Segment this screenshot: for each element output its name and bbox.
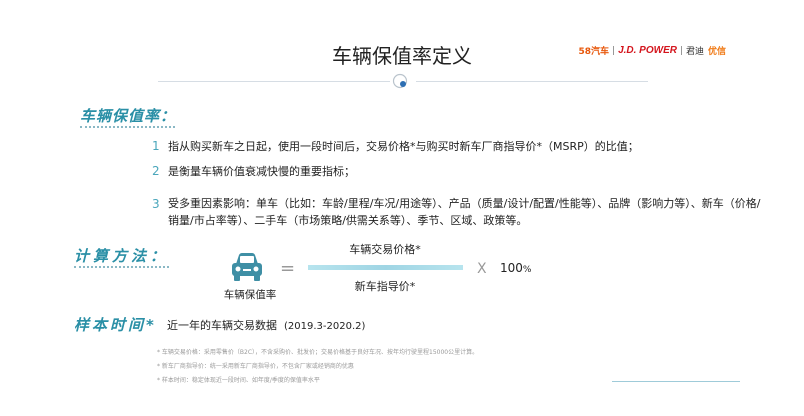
definition-item: 是衡量车辆价值衰减快慢的重要指标； xyxy=(168,165,355,178)
definition-item: 指从购买新车之日起，使用一段时间后，交易价格*与购买时新车厂商指导价*（MSRP… xyxy=(168,140,639,153)
hundred-value: 100 xyxy=(500,261,523,275)
title-divider-left xyxy=(158,81,390,82)
formula-denominator: 新车指导价* xyxy=(354,280,416,293)
car-label: 车辆保值率 xyxy=(223,289,277,301)
logo-separator xyxy=(613,46,615,55)
heading-underline xyxy=(80,126,175,128)
equals-sign: = xyxy=(280,258,296,279)
heading-underline xyxy=(74,266,169,268)
sample-text: 近一年的车辆交易数据 xyxy=(167,319,277,332)
percent-sign: % xyxy=(522,265,532,275)
footer-line xyxy=(612,381,740,382)
item-number: 3 xyxy=(152,197,160,211)
car-icon xyxy=(232,253,262,281)
title-divider-right xyxy=(416,81,648,82)
footnote: * 样本时间：稳定体现近一段时间、如年度/季度的保值率水平 xyxy=(157,377,320,384)
sample-heading: 样本时间* xyxy=(74,316,157,334)
logo-58-auto: 58汽车 xyxy=(578,47,610,57)
logo-jd-power: J.D. POWER xyxy=(618,45,677,56)
footnote: * 新车厂商指导价：统一采用新车厂商指导价，不包含厂家或经销商的优惠 xyxy=(157,363,354,370)
multiply-sign: X xyxy=(477,261,487,277)
partner-logos: 58汽车 J.D. POWER 君迪 优信 xyxy=(579,44,726,57)
logo-jundi: 君迪 xyxy=(685,47,704,57)
logo-separator xyxy=(680,46,682,55)
definition-item: 受多重因素影响：单车（比如：车龄/里程/车况/用途等）、产品（质量/设计/配置/… xyxy=(168,197,761,227)
hundred-percent: 100% xyxy=(500,261,531,275)
circle-dot-icon xyxy=(392,73,408,89)
footnote: * 车辆交易价格：采用零售价（B2C），不含采购价、批发价；交易价格基于良好车况… xyxy=(157,349,479,356)
formula-heading: 计算方法： xyxy=(74,247,170,265)
logo-youxin: 优信 xyxy=(707,47,726,57)
definition-heading: 车辆保值率： xyxy=(80,107,177,125)
fraction-bar xyxy=(308,265,463,270)
item-number: 2 xyxy=(152,164,160,178)
sample-description: 近一年的车辆交易数据 (2019.3-2020.2) xyxy=(167,317,365,333)
item-number: 1 xyxy=(152,139,160,153)
sample-period: (2019.3-2020.2) xyxy=(284,321,366,332)
formula-numerator: 车辆交易价格* xyxy=(349,243,421,256)
